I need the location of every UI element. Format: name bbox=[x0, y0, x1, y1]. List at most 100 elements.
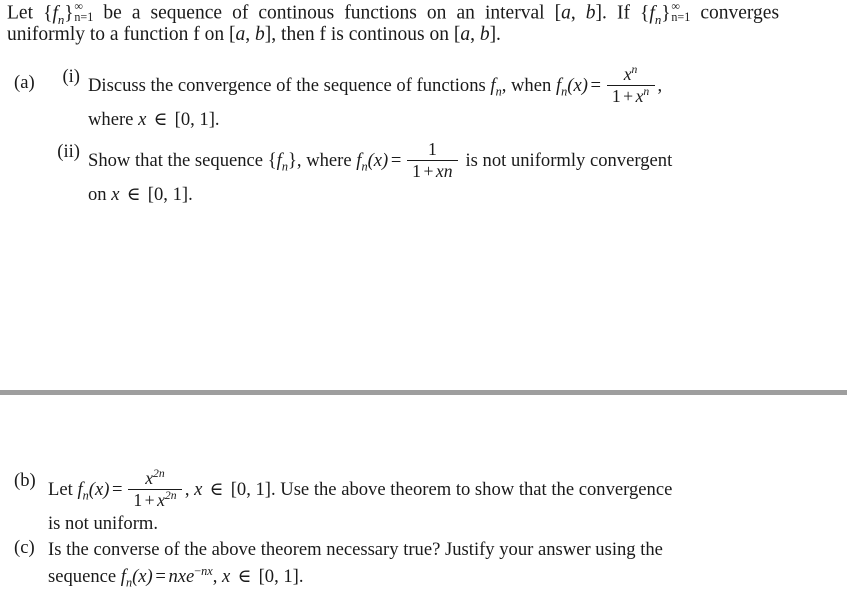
part-c-label: (c) bbox=[14, 537, 35, 558]
interval-a-2: a bbox=[235, 23, 246, 45]
question-part-a: (a) (i) Discuss the convergence of the s… bbox=[14, 64, 814, 217]
fraction-denominator: 1 + x2n bbox=[128, 489, 182, 510]
brace-close: } bbox=[64, 2, 74, 24]
comma-after-expr: , bbox=[212, 565, 223, 587]
sequence-fn-braces: {fn} bbox=[267, 150, 297, 173]
exponent-nx: nx bbox=[201, 563, 213, 578]
element-of-icon: ∈ bbox=[209, 478, 224, 500]
brace-open: { bbox=[267, 150, 277, 172]
part-c-body: Is the converse of the above theorem nec… bbox=[48, 537, 774, 591]
part-a-item-i: (i) Discuss the convergence of the seque… bbox=[48, 64, 814, 132]
part-a-item-i-body: Discuss the convergence of the sequence … bbox=[88, 64, 814, 132]
variable-x: x bbox=[111, 184, 120, 206]
part-a-item-i-line-2: where x ∈ [0, 1]. bbox=[88, 107, 814, 132]
brace-close: } bbox=[287, 150, 297, 172]
interval-close: ]. bbox=[208, 109, 220, 131]
interval-b-1: b bbox=[585, 2, 596, 24]
theorem-text-1: Let bbox=[7, 2, 44, 24]
fn-symbol: fn bbox=[490, 75, 501, 98]
expression-nxe-exp: nxe−nx bbox=[168, 563, 213, 587]
text-where: , where bbox=[296, 150, 357, 172]
limit-n-equals-1: n=1 bbox=[74, 10, 94, 25]
fn-of-x: fn(x) bbox=[121, 565, 153, 589]
interval-low: 0 bbox=[180, 109, 191, 131]
part-a-item-ii-body: Show that the sequence {fn}, where fn(x)… bbox=[88, 140, 814, 207]
fn-of-x: fn(x) bbox=[556, 74, 588, 98]
x-glyph: x bbox=[145, 468, 154, 489]
variable-x: x bbox=[222, 565, 231, 587]
part-a-item-ii-label: (ii) bbox=[57, 141, 80, 163]
equals-sign: = bbox=[590, 74, 601, 96]
argument-x: (x) bbox=[367, 150, 389, 172]
one-glyph: 1 bbox=[412, 161, 421, 182]
question-part-b: (b) Let fn(x) = x2n 1 + x2n, x ∈ [0, 1]. Use … bbox=[14, 467, 814, 536]
fn-of-x: fn(x) bbox=[356, 150, 389, 173]
plus-sign: + bbox=[623, 86, 634, 107]
argument-x: (x) bbox=[88, 478, 110, 500]
interval-high: 1 bbox=[283, 565, 293, 587]
one-glyph: 1 bbox=[611, 86, 621, 107]
part-a-item-ii: (ii) Show that the sequence {fn}, where … bbox=[48, 140, 814, 207]
fraction-1-over-1-plus-xn: 1 1 + xn bbox=[406, 140, 458, 182]
comma-after-fraction: , bbox=[184, 478, 190, 500]
element-of-icon: ∈ bbox=[153, 109, 168, 131]
text-on: on bbox=[88, 184, 112, 206]
interval-sep: , bbox=[274, 565, 284, 587]
interval-close: ]. bbox=[264, 478, 276, 500]
element-of-icon: ∈ bbox=[126, 184, 141, 206]
question-part-c: (c) Is the converse of the above theorem… bbox=[14, 537, 814, 591]
document-page: Let {fn} ∞ n=1 be a sequence of continous … bbox=[0, 0, 847, 591]
equals-sign: = bbox=[390, 150, 402, 172]
fraction-denominator: 1 + xn bbox=[406, 160, 458, 182]
one-glyph: 1 bbox=[427, 139, 437, 160]
fraction-numerator: x2n bbox=[128, 467, 182, 489]
part-b-label: (b) bbox=[14, 470, 36, 491]
text-not-uniformly-convergent: is not uniformly convergent bbox=[460, 150, 673, 172]
interval-high: 1 bbox=[199, 109, 209, 131]
text-show-that: Show that the sequence bbox=[88, 150, 268, 172]
interval-comma-3: , bbox=[470, 23, 480, 45]
theorem-text-6: ]. bbox=[489, 23, 501, 45]
interval-a-1: a bbox=[561, 2, 571, 24]
interval-b-2: b bbox=[255, 23, 265, 45]
part-b-body: Let fn(x) = x2n 1 + x2n, x ∈ [0, 1]. Use the … bbox=[48, 467, 774, 536]
sequence-limits: ∞ n=1 bbox=[74, 0, 93, 23]
text-when: , when bbox=[501, 74, 556, 96]
sequence-notation-2: {fn} ∞ n=1 bbox=[640, 0, 691, 26]
variable-x: x bbox=[138, 109, 147, 131]
fraction-numerator: xn bbox=[607, 64, 655, 85]
interval-low: 0 bbox=[236, 478, 247, 500]
interval-close: ]. bbox=[181, 184, 193, 206]
exponent-2n: 2n bbox=[164, 489, 177, 503]
nxe-term: nxe bbox=[168, 565, 195, 587]
argument-x: (x) bbox=[132, 565, 153, 587]
interval-sep: , bbox=[190, 109, 200, 131]
section-divider bbox=[0, 390, 847, 395]
x-glyph: x bbox=[157, 490, 165, 511]
part-a-label: (a) bbox=[14, 72, 35, 93]
exponent-2n: 2n bbox=[153, 467, 165, 481]
sequence-notation-1: {fn} ∞ n=1 bbox=[43, 0, 93, 26]
equals-sign: = bbox=[111, 478, 123, 500]
interval-comma-2: , bbox=[245, 23, 256, 45]
limit-n-equals-1: n=1 bbox=[671, 10, 691, 25]
variable-x: x bbox=[194, 478, 203, 500]
interval-low: 0 bbox=[153, 184, 164, 206]
interval-a-3: a bbox=[460, 23, 471, 45]
text-where: where bbox=[88, 109, 139, 131]
x-glyph: x bbox=[623, 64, 632, 85]
interval-low: 0 bbox=[264, 565, 275, 587]
theorem-text-3: ]. If bbox=[595, 2, 641, 24]
part-a-item-i-label: (i) bbox=[62, 66, 80, 87]
text-use-theorem: Use the above theorem to show that the c… bbox=[275, 478, 673, 500]
argument-x: (x) bbox=[567, 74, 588, 96]
theorem-statement: Let {fn} ∞ n=1 be a sequence of continous … bbox=[7, 0, 779, 45]
theorem-text-2: be a sequence of continous functions on … bbox=[93, 2, 562, 24]
fn-of-x: fn(x) bbox=[77, 478, 110, 502]
fraction-numerator: 1 bbox=[407, 140, 458, 160]
element-of-icon: ∈ bbox=[237, 565, 252, 587]
xn-term: xn bbox=[435, 161, 453, 182]
part-a-subitems: (i) Discuss the convergence of the seque… bbox=[48, 64, 814, 208]
interval-b-3: b bbox=[479, 23, 490, 45]
fraction-xn-over-1-plus-xn: xn 1 + xn bbox=[606, 64, 655, 107]
